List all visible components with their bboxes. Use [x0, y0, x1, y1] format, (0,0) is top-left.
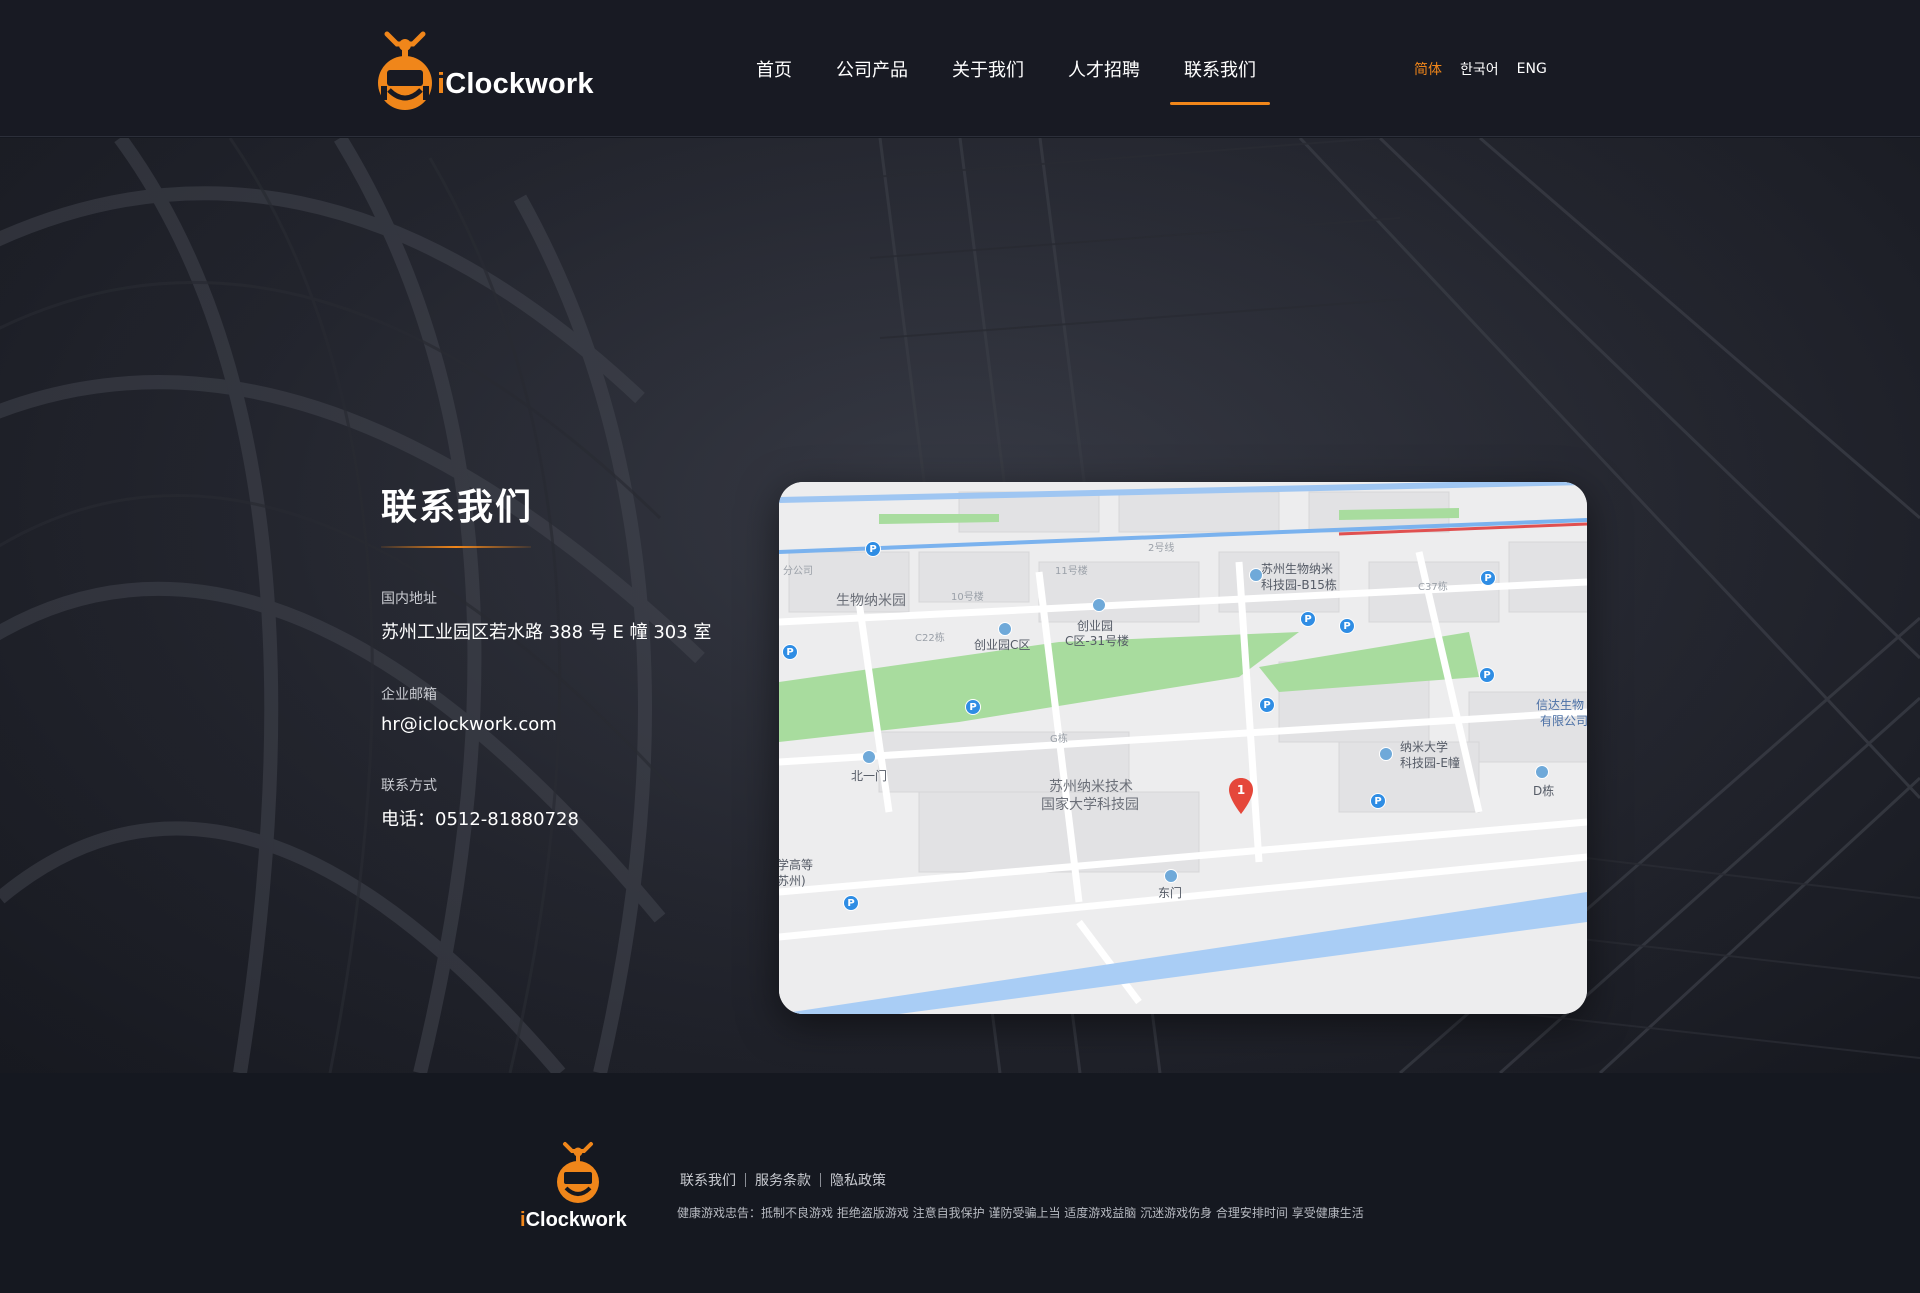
map-label: 东门 — [1158, 886, 1183, 900]
parking-icon[interactable]: P — [782, 644, 798, 660]
parking-icon[interactable]: P — [1370, 793, 1386, 809]
site-footer — [0, 1073, 1920, 1293]
map-label: 有限公司 — [1540, 714, 1587, 728]
footer-link-privacy[interactable]: 隐私政策 — [830, 1170, 886, 1190]
building-poi-icon[interactable] — [1379, 747, 1393, 761]
map-label: 苏州生物纳米 — [1261, 562, 1334, 576]
map-label: 2号线 — [1148, 543, 1175, 554]
parking-icon[interactable]: P — [865, 541, 881, 557]
lang-korean[interactable]: 한국어 — [1460, 59, 1499, 79]
map-canvas — [779, 482, 1587, 1014]
contact-hero: 联系我们 国内地址 苏州工业园区若水路 388 号 E 幢 303 室 企业邮箱… — [0, 138, 1920, 1073]
map-label: 科技园-B15栋 — [1261, 578, 1337, 592]
health-game-notice: 健康游戏忠告：抵制不良游戏 拒绝盗版游戏 注意自我保护 谨防受骗上当 适度游戏益… — [677, 1206, 1364, 1220]
map-label: C区-31号楼 — [1065, 634, 1129, 648]
map-label: 苏州) — [779, 874, 806, 888]
gate-poi-icon[interactable] — [1164, 869, 1178, 883]
lang-simplified-chinese[interactable]: 简体 — [1414, 59, 1442, 79]
parking-icon[interactable]: P — [1339, 618, 1355, 634]
building-poi-icon[interactable] — [1092, 598, 1106, 612]
nav-home[interactable]: 首页 — [734, 0, 814, 137]
map-label: 纳米大学 — [1400, 740, 1449, 754]
contact-title: 联系我们 — [381, 487, 534, 528]
divider — [820, 1173, 821, 1187]
email-label: 企业邮箱 — [381, 687, 437, 703]
phone-value: 电话：0512-81880728 — [381, 809, 579, 830]
nav-about[interactable]: 关于我们 — [930, 0, 1046, 137]
map-label: 创业园 — [1077, 619, 1114, 633]
contact-info: 联系我们 国内地址 苏州工业园区若水路 388 号 E 幢 303 室 企业邮箱… — [381, 478, 741, 831]
building-poi-icon[interactable] — [1249, 568, 1263, 582]
main-nav: 首页 公司产品 关于我们 人才招聘 联系我们 — [734, 0, 1278, 137]
parking-icon[interactable]: P — [1479, 667, 1495, 683]
map-label: 分公司 — [783, 566, 813, 577]
location-map[interactable]: 生物纳米园 11号楼 10号楼 C22栋 创业园C区 创业园 C区-31号楼 苏… — [779, 482, 1587, 1014]
address-value: 苏州工业园区若水路 388 号 E 幢 303 室 — [381, 622, 712, 643]
map-label: C37栋 — [1418, 582, 1448, 593]
location-marker-icon[interactable]: 1 — [1229, 778, 1253, 814]
phone-field: 联系方式 电话：0512-81880728 — [381, 775, 741, 831]
parking-icon[interactable]: P — [843, 895, 859, 911]
parking-icon[interactable]: P — [965, 699, 981, 715]
title-underline — [381, 546, 531, 548]
map-label: 北一门 — [851, 769, 888, 783]
parking-icon[interactable]: P — [1480, 570, 1496, 586]
footer-links: 联系我们 服务条款 隐私政策 — [680, 1170, 886, 1190]
map-label: 信达生物 — [1536, 698, 1585, 712]
address-field: 国内地址 苏州工业园区若水路 388 号 E 幢 303 室 — [381, 588, 741, 644]
logo-text: iClockwork — [437, 68, 594, 100]
gate-poi-icon[interactable] — [862, 750, 876, 764]
footer-link-contact[interactable]: 联系我们 — [680, 1170, 736, 1190]
footer-link-terms[interactable]: 服务条款 — [755, 1170, 811, 1190]
map-label: 国家大学科技园 — [1041, 797, 1139, 813]
clockwork-robot-icon — [375, 28, 435, 112]
map-label: 创业园C区 — [974, 638, 1031, 652]
nav-products[interactable]: 公司产品 — [814, 0, 930, 137]
site-header: iClockwork 首页 公司产品 关于我们 人才招聘 联系我们 简体 한국어… — [0, 0, 1920, 137]
map-label: 生物纳米园 — [836, 593, 906, 609]
divider — [745, 1173, 746, 1187]
map-label: 10号楼 — [951, 592, 984, 603]
parking-icon[interactable]: P — [1300, 611, 1316, 627]
footer-logo[interactable]: iClockwork — [520, 1140, 636, 1232]
map-label: 11号楼 — [1055, 566, 1088, 577]
marker-label: 1 — [1237, 783, 1245, 797]
nav-contact[interactable]: 联系我们 — [1162, 0, 1278, 137]
map-label: D栋 — [1533, 784, 1555, 798]
clockwork-robot-icon — [557, 1142, 599, 1203]
language-switcher: 简体 한국어 ENG — [1414, 0, 1547, 137]
map-label: 科技园-E幢 — [1400, 756, 1460, 770]
map-label: C22栋 — [915, 633, 945, 644]
map-label: 苏州纳米技术 — [1049, 779, 1133, 795]
nav-careers[interactable]: 人才招聘 — [1046, 0, 1162, 137]
email-field: 企业邮箱 hr@iclockwork.com — [381, 684, 741, 735]
map-label: 学高等 — [779, 858, 814, 872]
footer-logo-text: iClockwork — [520, 1209, 627, 1231]
lang-english[interactable]: ENG — [1517, 61, 1547, 77]
address-label: 国内地址 — [381, 591, 437, 607]
parking-icon[interactable]: P — [1259, 697, 1275, 713]
building-poi-icon[interactable] — [998, 622, 1012, 636]
logo[interactable]: iClockwork — [375, 28, 594, 112]
building-poi-icon[interactable] — [1535, 765, 1549, 779]
email-value[interactable]: hr@iclockwork.com — [381, 714, 741, 735]
map-label: G栋 — [1050, 734, 1068, 745]
phone-label: 联系方式 — [381, 778, 437, 794]
